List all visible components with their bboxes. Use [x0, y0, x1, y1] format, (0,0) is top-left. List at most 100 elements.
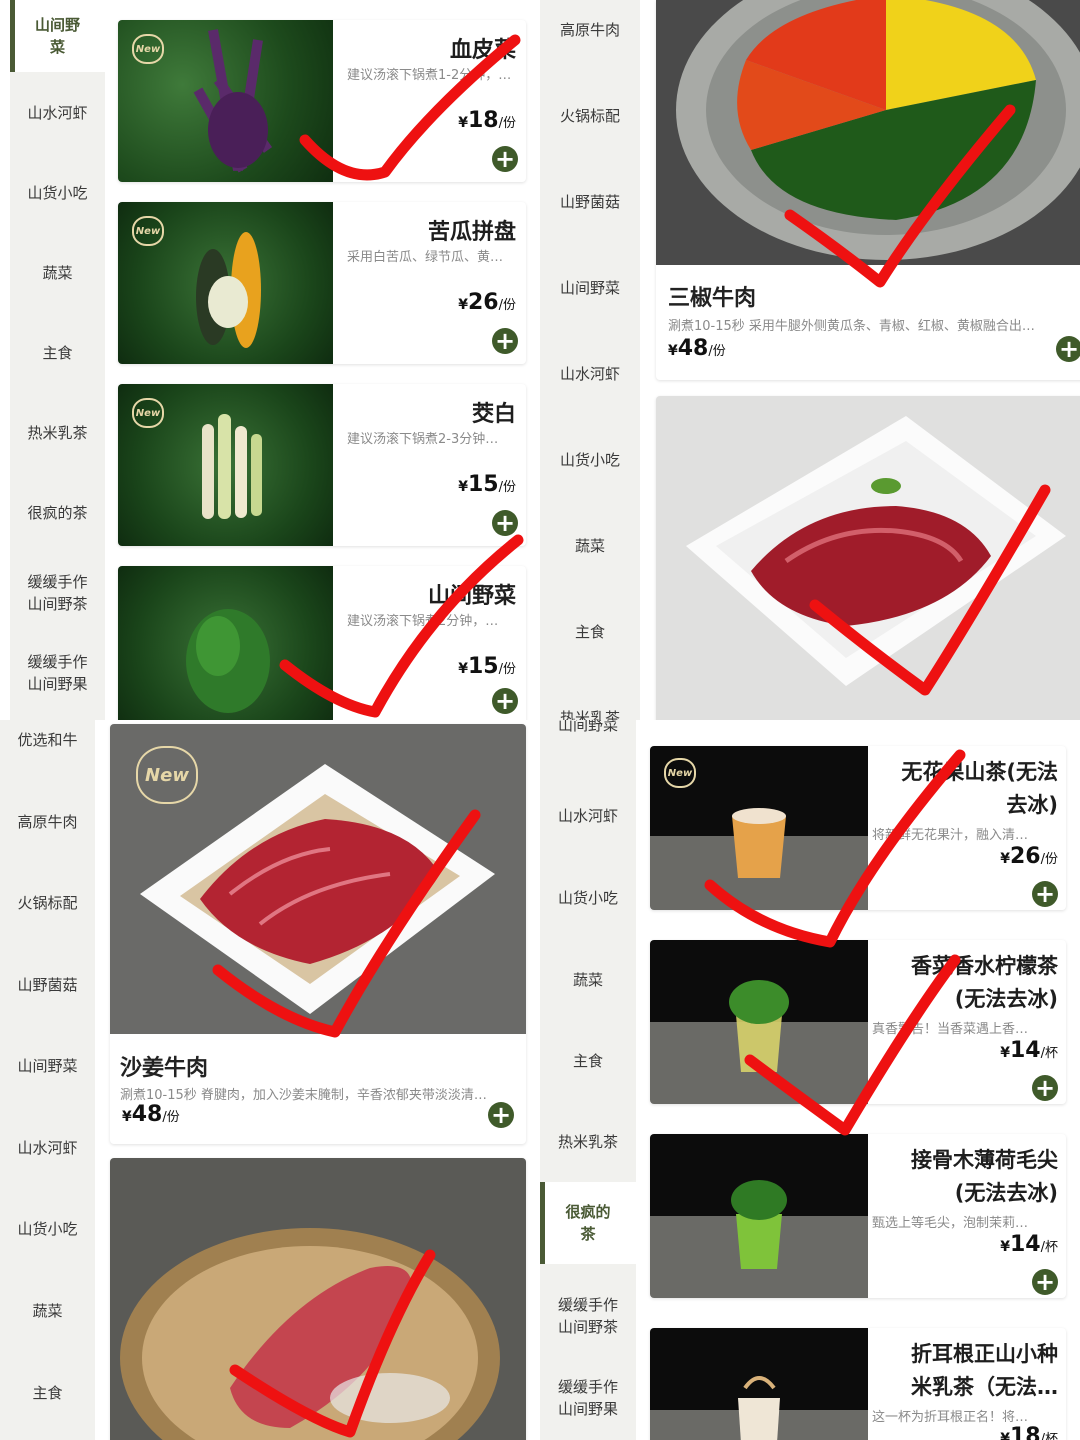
sidebar-item-river-shrimp[interactable]: 山水河虾 [10, 80, 105, 146]
category-sidebar: 山间野 菜 山水河虾 山货小吃 蔬菜 主食 热米乳茶 很疯的茶 缓缓手作 山间野… [10, 0, 105, 720]
product-card[interactable]: New 无花果山茶(无法 去冰) 将新鲜无花果汁，融入清… ¥26/份 + [650, 746, 1066, 910]
elderflower-mint-tea-illustration [731, 1180, 787, 1269]
sidebar-item-staple[interactable]: 主食 [540, 602, 640, 662]
add-to-cart-button[interactable]: + [1032, 881, 1058, 907]
panel-crazy-tea: 山间野菜 山水河虾 山货小吃 蔬菜 主食 热米乳茶 很疯的 茶 缓缓手作 山间野… [540, 720, 1080, 1440]
sidebar-item-wagyu[interactable]: 优选和牛 [0, 720, 95, 760]
product-image: New [118, 384, 333, 546]
product-title: 茭白 [471, 402, 516, 427]
sidebar-item-hot-rice-milk-tea[interactable]: 热米乳茶 [10, 400, 105, 466]
beef-tray-illustration [686, 416, 1066, 686]
sidebar-item-staple[interactable]: 主食 [540, 1031, 636, 1091]
product-description: 这一杯为折耳根正名！将… [872, 1410, 1029, 1425]
add-to-cart-button[interactable]: + [1032, 1075, 1058, 1101]
product-card[interactable]: 山间野菜 建议汤滚下锅煮2分钟，… ¥15/份 + [118, 566, 526, 720]
product-title: 三椒牛肉 [668, 286, 757, 311]
sidebar-item-snacks[interactable]: 山货小吃 [0, 1199, 95, 1259]
product-image-card[interactable] [110, 1158, 526, 1440]
product-card[interactable]: New 茭白 建议汤滚下锅煮2-3分钟… ¥15/份 + [118, 384, 526, 546]
sidebar-item-vegetables[interactable]: 蔬菜 [10, 240, 105, 306]
category-sidebar: 山间野菜 山水河虾 山货小吃 蔬菜 主食 热米乳茶 很疯的 茶 缓缓手作 山间野… [540, 720, 636, 1440]
product-title: 苦瓜拼盘 [427, 220, 516, 245]
product-image: New [118, 20, 333, 182]
panel-beef: 高原牛肉 火锅标配 山野菌菇 山间野菜 山水河虾 山货小吃 蔬菜 主食 热米乳茶… [540, 0, 1080, 720]
sidebar-item-vegetables[interactable]: 蔬菜 [540, 950, 636, 1010]
sidebar-item-crazy-tea[interactable]: 很疯的 茶 [540, 1182, 636, 1264]
sidebar-item-snacks[interactable]: 山货小吃 [540, 430, 640, 490]
product-card[interactable]: New 血皮菜 建议汤滚下锅煮1-2分钟，口感… ¥18/份 + [118, 20, 526, 182]
product-card[interactable]: New 沙姜牛肉 涮煮10-15秒 脊腱肉，加入沙姜末腌制，辛香浓郁夹带淡淡清…… [110, 724, 526, 1144]
panel-premium-beef: 优选和牛 高原牛肉 火锅标配 山野菌菇 山间野菜 山水河虾 山货小吃 蔬菜 主食… [0, 720, 540, 1440]
add-to-cart-button[interactable]: + [492, 510, 518, 536]
product-title: 香菜香水柠檬茶 (无法去冰) [911, 954, 1058, 1011]
product-title: 山间野菜 [427, 584, 516, 609]
product-image [656, 0, 1080, 265]
sidebar-item-wild-veg[interactable]: 山间野菜 [540, 720, 636, 740]
sidebar-item-plateau-beef[interactable]: 高原牛肉 [0, 792, 95, 852]
sidebar-item-hot-rice-milk-tea[interactable]: 热米乳茶 [540, 688, 640, 720]
sidebar-item-vegetables[interactable]: 蔬菜 [540, 516, 640, 576]
product-image-card[interactable] [656, 396, 1080, 720]
product-price: ¥15/份 [458, 654, 516, 679]
product-description: 采用白苦瓜、绿节瓜、黄… [347, 250, 504, 265]
add-to-cart-button[interactable]: + [492, 688, 518, 714]
product-description: 甄选上等毛尖，泡制茉莉… [872, 1216, 1029, 1231]
new-badge: New [132, 216, 164, 246]
sidebar-item-river-shrimp[interactable]: 山水河虾 [540, 344, 640, 404]
beef-plate-illustration [120, 1228, 500, 1440]
milk-tea-illustration [738, 1376, 780, 1440]
sidebar-item-mushrooms[interactable]: 山野菌菇 [540, 172, 640, 232]
product-card[interactable]: 三椒牛肉 涮煮10-15秒 采用牛腿外侧黄瓜条、青椒、红椒、黄椒融合出… ¥48… [656, 0, 1080, 380]
sidebar-item-mushrooms[interactable]: 山野菌菇 [0, 955, 95, 1015]
product-description: 将新鲜无花果汁，融入清… [872, 828, 1029, 843]
new-badge: New [132, 34, 164, 64]
product-image: New [118, 202, 333, 364]
wild-greens-illustration [186, 609, 270, 713]
sidebar-item-hotpot-basics[interactable]: 火锅标配 [0, 873, 95, 933]
sidebar-item-handmade-fruit[interactable]: 缓缓手作 山间野果 [540, 1368, 636, 1428]
product-price: ¥26/份 [1000, 844, 1058, 869]
sidebar-item-river-shrimp[interactable]: 山水河虾 [540, 786, 636, 846]
add-to-cart-button[interactable]: + [1032, 1269, 1058, 1295]
product-price: ¥14/杯 [1000, 1232, 1058, 1257]
category-sidebar: 高原牛肉 火锅标配 山野菌菇 山间野菜 山水河虾 山货小吃 蔬菜 主食 热米乳茶 [540, 0, 640, 720]
product-price: ¥48/份 [122, 1102, 180, 1127]
product-image [118, 566, 333, 720]
product-image [650, 1328, 868, 1440]
product-price: ¥18/份 [458, 108, 516, 133]
product-description: 建议汤滚下锅煮2-3分钟… [347, 432, 499, 447]
sidebar-item-staple[interactable]: 主食 [10, 320, 105, 386]
sidebar-item-hot-rice-milk-tea[interactable]: 热米乳茶 [540, 1112, 636, 1172]
add-to-cart-button[interactable]: + [488, 1102, 514, 1128]
sidebar-item-handmade-tea[interactable]: 缓缓手作 山间野茶 [10, 560, 105, 626]
new-badge: New [132, 398, 164, 428]
sidebar-item-wild-veg[interactable]: 山间野菜 [0, 1036, 95, 1096]
product-image [650, 1134, 868, 1298]
product-description: 建议汤滚下锅煮2分钟，… [347, 614, 499, 629]
product-title: 沙姜牛肉 [120, 1056, 209, 1081]
sidebar-item-plateau-beef[interactable]: 高原牛肉 [540, 0, 640, 60]
sidebar-item-vegetables[interactable]: 蔬菜 [0, 1281, 95, 1341]
product-image [650, 940, 868, 1104]
product-card[interactable]: 折耳根正山小种 米乳茶（无法… 这一杯为折耳根正名！将… ¥18/杯 [650, 1328, 1066, 1440]
sidebar-item-wild-veg[interactable]: 山间野菜 [540, 258, 640, 318]
product-card[interactable]: New 苦瓜拼盘 采用白苦瓜、绿节瓜、黄… ¥26/份 + [118, 202, 526, 364]
add-to-cart-button[interactable]: + [1056, 336, 1080, 362]
sidebar-item-snacks[interactable]: 山货小吃 [10, 160, 105, 226]
sidebar-item-river-shrimp[interactable]: 山水河虾 [0, 1118, 95, 1178]
sidebar-item-wild-veg[interactable]: 山间野 菜 [10, 0, 105, 72]
product-card[interactable]: 香菜香水柠檬茶 (无法去冰) 真香警告！当香菜遇上香… ¥14/杯 + [650, 940, 1066, 1104]
product-card[interactable]: 接骨木薄荷毛尖 (无法去冰) 甄选上等毛尖，泡制茉莉… ¥14/杯 + [650, 1134, 1066, 1298]
sidebar-item-hotpot-basics[interactable]: 火锅标配 [540, 86, 640, 146]
add-to-cart-button[interactable]: + [492, 328, 518, 354]
sidebar-item-staple[interactable]: 主食 [0, 1363, 95, 1423]
sidebar-item-crazy-tea[interactable]: 很疯的茶 [10, 480, 105, 546]
panel-wild-vegetables: 山间野 菜 山水河虾 山货小吃 蔬菜 主食 热米乳茶 很疯的茶 缓缓手作 山间野… [0, 0, 540, 720]
product-description: 建议汤滚下锅煮1-2分钟，口感… [347, 68, 517, 83]
sidebar-item-handmade-tea[interactable]: 缓缓手作 山间野茶 [540, 1286, 636, 1346]
product-price: ¥14/杯 [1000, 1038, 1058, 1063]
product-description: 真香警告！当香菜遇上香… [872, 1022, 1029, 1037]
sidebar-item-handmade-fruit[interactable]: 缓缓手作 山间野果 [10, 640, 105, 706]
add-to-cart-button[interactable]: + [492, 146, 518, 172]
sidebar-item-snacks[interactable]: 山货小吃 [540, 868, 636, 928]
